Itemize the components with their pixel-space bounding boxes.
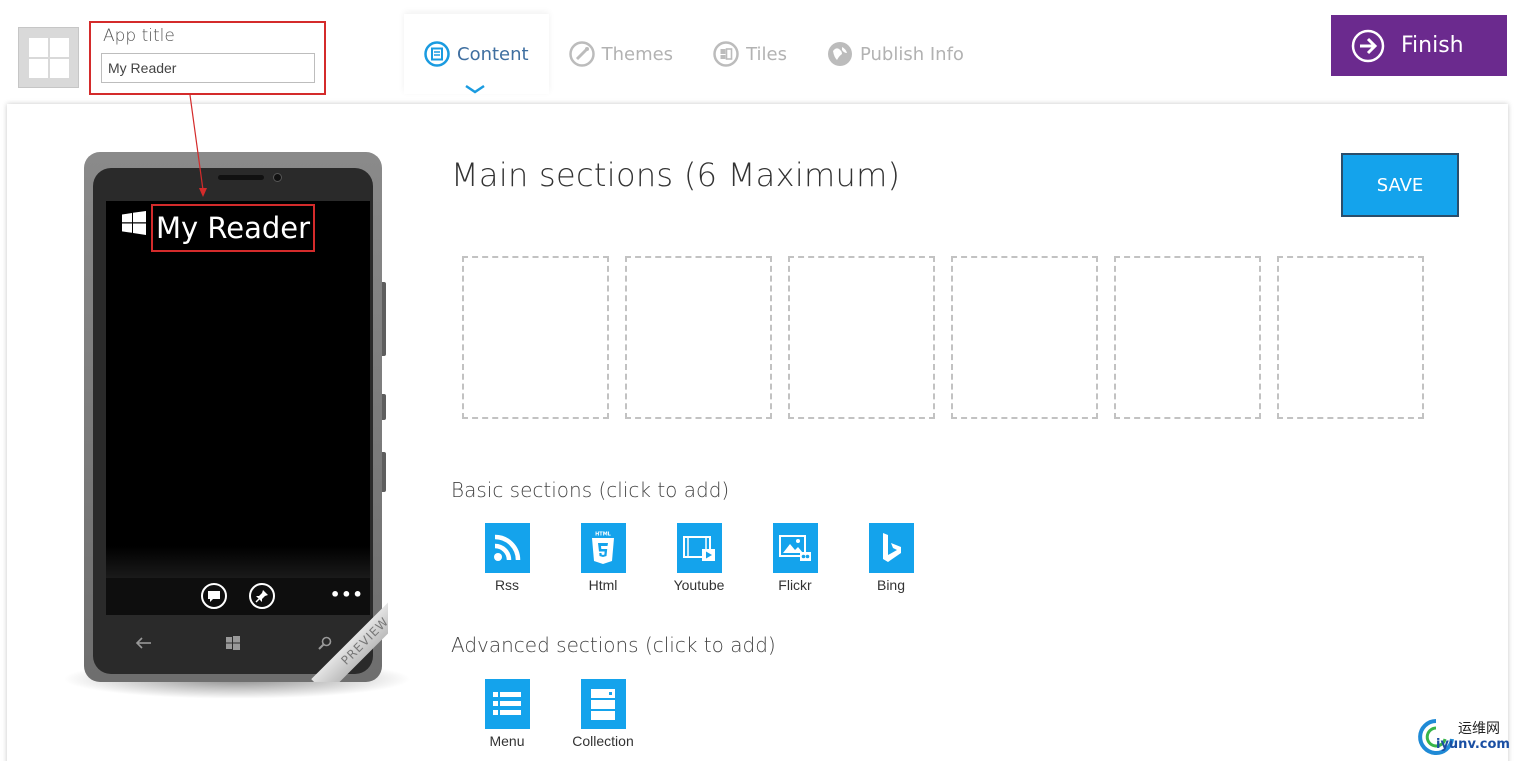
section-tile-bing[interactable]: Bing xyxy=(843,523,939,593)
tile-label: Rss xyxy=(494,577,520,593)
section-tile-flickr[interactable]: Flickr xyxy=(747,523,843,593)
basic-sections-list: Rss HTML Html Youtube Flickr Bing xyxy=(459,523,939,593)
arrow-right-circle-icon xyxy=(1351,29,1385,62)
section-slot[interactable] xyxy=(951,256,1098,419)
advanced-sections-list: Menu Collection xyxy=(459,679,651,749)
tile-label: Youtube xyxy=(673,577,725,593)
finish-button[interactable]: Finish xyxy=(1331,15,1507,76)
phone-camera-button xyxy=(382,452,386,492)
phone-screen: My Reader ••• xyxy=(106,201,370,615)
tile-label: Menu xyxy=(489,733,525,749)
html5-icon: HTML xyxy=(580,523,626,573)
section-slot[interactable] xyxy=(788,256,935,419)
tab-publish-info[interactable]: Publish Info xyxy=(807,14,984,94)
section-tile-rss[interactable]: Rss xyxy=(459,523,555,593)
phone-speaker xyxy=(218,175,264,180)
finish-label: Finish xyxy=(1401,33,1464,58)
phone-camera xyxy=(273,173,282,182)
section-tile-collection[interactable]: Collection xyxy=(555,679,651,749)
app-title-label: App title xyxy=(103,26,175,46)
section-tile-html[interactable]: HTML Html xyxy=(555,523,651,593)
tab-themes[interactable]: Themes xyxy=(549,14,693,94)
section-slot[interactable] xyxy=(625,256,772,419)
section-slot[interactable] xyxy=(1114,256,1261,419)
svg-text:HTML: HTML xyxy=(595,532,612,538)
tab-tiles[interactable]: Tiles xyxy=(693,14,807,94)
back-key-icon xyxy=(135,637,151,649)
photo-icon xyxy=(772,523,818,573)
phone-volume-button xyxy=(382,282,386,356)
list-icon xyxy=(484,679,530,729)
section-slot[interactable] xyxy=(462,256,609,419)
main-sections-heading: Main sections (6 Maximum) xyxy=(451,156,901,194)
main-section-slots xyxy=(462,256,1424,419)
phone-power-button xyxy=(382,394,386,420)
preview-ribbon: PREVIEW xyxy=(296,590,388,682)
tab-content[interactable]: Content xyxy=(404,14,549,94)
phone-app-title: My Reader xyxy=(151,204,316,252)
app-logo[interactable] xyxy=(18,27,79,88)
bing-icon xyxy=(868,523,914,573)
tab-label: Themes xyxy=(601,43,674,65)
preview-ribbon-label: PREVIEW xyxy=(311,590,388,682)
tile-label: Html xyxy=(588,577,618,593)
rss-icon xyxy=(484,523,530,573)
tiles-icon xyxy=(713,41,739,67)
publish-info-icon xyxy=(827,42,852,66)
video-icon xyxy=(676,523,722,573)
section-slot[interactable] xyxy=(1277,256,1424,419)
phone-preview: My Reader ••• PREVIEW xyxy=(84,152,388,682)
watermark-logo: 运维网 iyunv.com xyxy=(1414,715,1519,759)
advanced-sections-heading: Advanced sections (click to add) xyxy=(451,633,776,657)
watermark-en: iyunv.com xyxy=(1436,737,1510,752)
chevron-down-icon xyxy=(465,84,485,94)
windows-logo-icon xyxy=(122,211,146,235)
appbar-fade xyxy=(106,546,370,578)
tab-label: Content xyxy=(457,43,529,65)
themes-icon xyxy=(568,41,595,67)
save-button[interactable]: SAVE xyxy=(1341,153,1459,217)
tile-label: Flickr xyxy=(778,577,812,593)
comment-icon[interactable] xyxy=(201,583,227,609)
wizard-tabs: Content Themes Tiles Publish Info xyxy=(404,14,984,94)
content-panel: My Reader ••• PREVIEW Main sections (6 M… xyxy=(7,104,1508,761)
watermark-cn: 运维网 xyxy=(1458,721,1500,737)
tab-label: Tiles xyxy=(746,43,787,65)
tile-label: Collection xyxy=(572,733,634,749)
content-icon xyxy=(424,41,450,67)
app-title-group: App title xyxy=(89,21,326,95)
windows-logo-icon xyxy=(29,38,69,78)
start-key-icon xyxy=(226,636,240,650)
collection-icon xyxy=(580,679,626,729)
app-title-input[interactable] xyxy=(101,53,315,83)
tile-label: Bing xyxy=(876,577,906,593)
pin-icon[interactable] xyxy=(249,583,275,609)
tab-label: Publish Info xyxy=(859,43,964,65)
section-tile-youtube[interactable]: Youtube xyxy=(651,523,747,593)
basic-sections-heading: Basic sections (click to add) xyxy=(451,478,730,502)
section-tile-menu[interactable]: Menu xyxy=(459,679,555,749)
